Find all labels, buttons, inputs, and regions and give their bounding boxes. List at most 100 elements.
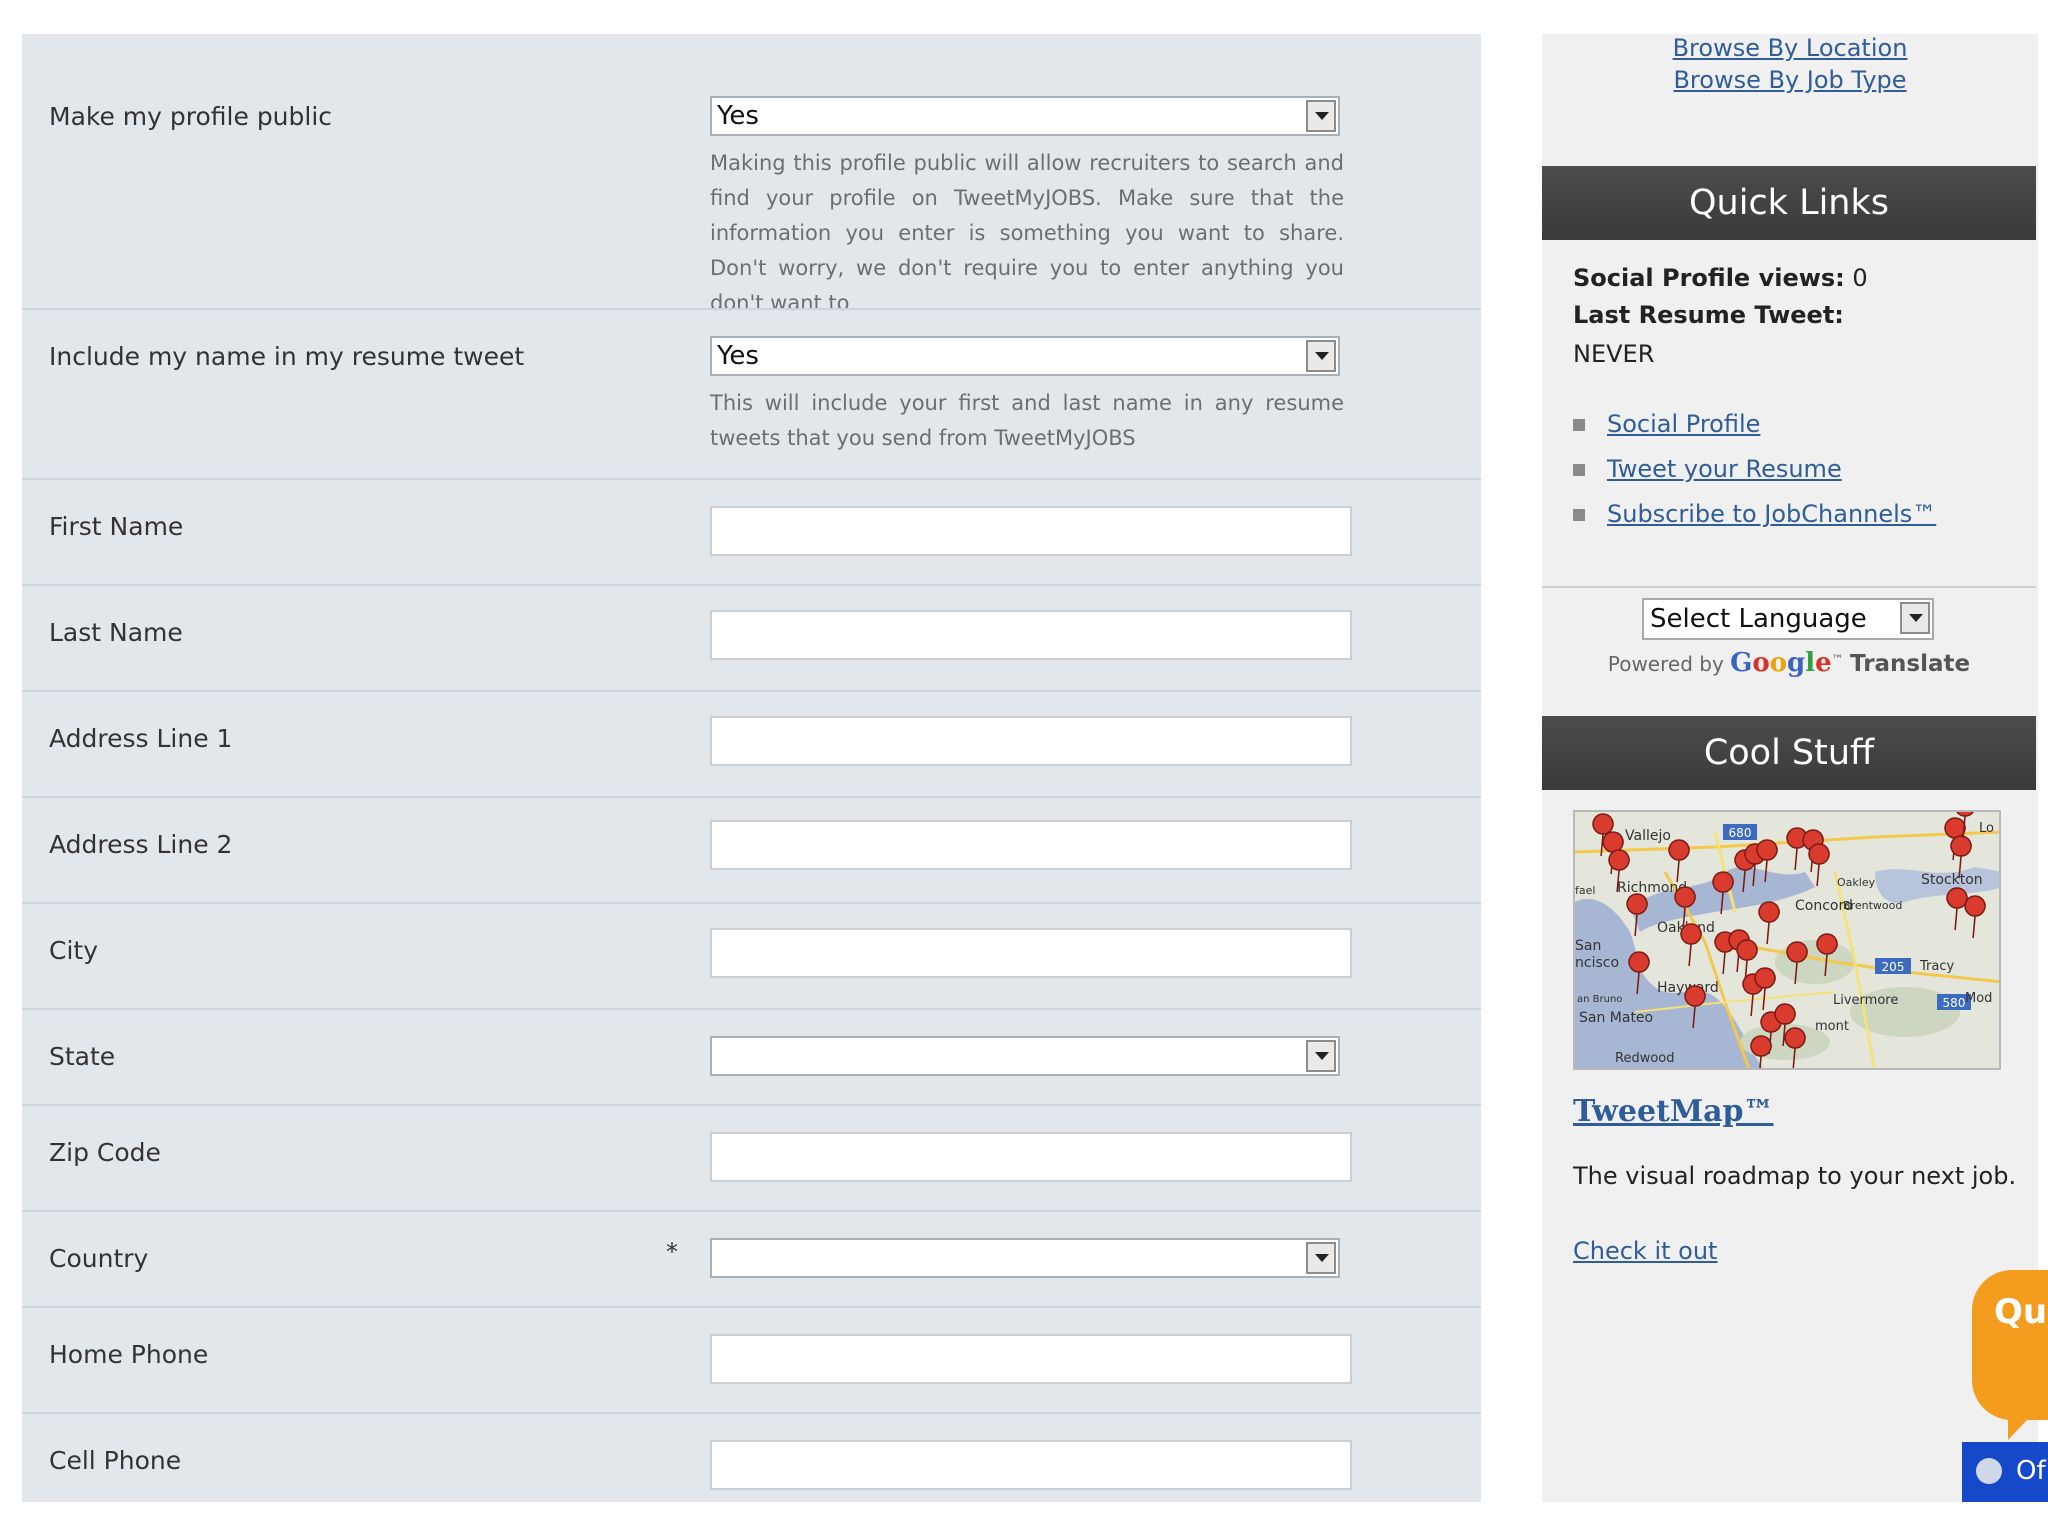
zip-field[interactable] [710, 1132, 1352, 1182]
form-row-city: City [22, 902, 1481, 1010]
address2-label: Address Line 2 [49, 830, 233, 859]
map-label: Mod [1965, 991, 1992, 1006]
views-label: Social Profile views: [1573, 264, 1845, 292]
google-logo: Google™ [1730, 648, 1844, 678]
map-label: San Mateo [1579, 1010, 1653, 1026]
city-label: City [49, 936, 98, 965]
online-status-tab[interactable]: Of [1962, 1442, 2048, 1502]
profile-form: Make my profile public Yes Making this p… [22, 34, 1481, 1502]
online-label: Of [2016, 1456, 2046, 1486]
form-row-first-name: First Name [22, 478, 1481, 586]
address1-field[interactable] [710, 716, 1352, 766]
map-shield-label: 205 [1882, 960, 1905, 974]
include-name-help: This will include your first and last na… [710, 391, 1344, 450]
form-row-address2: Address Line 2 [22, 796, 1481, 904]
last-tweet-label: Last Resume Tweet: [1573, 301, 1844, 329]
form-row-country: Country * [22, 1210, 1481, 1308]
tweetmap-description: The visual roadmap to your next job. [1573, 1162, 2017, 1190]
required-marker: * [666, 1238, 678, 1266]
bullet-icon [1573, 419, 1585, 431]
chevron-down-icon[interactable] [1306, 340, 1336, 372]
include-name-label: Include my name in my resume tweet [49, 342, 525, 371]
form-row-include-name: Include my name in my resume tweet Yes T… [22, 308, 1481, 480]
form-row-state: State [22, 1008, 1481, 1106]
map-label: San [1575, 938, 1601, 954]
map-label: an Bruno [1577, 994, 1622, 1005]
profile-public-help: Making this profile public will allow re… [710, 151, 1344, 315]
map-shield-label: 580 [1943, 996, 1966, 1010]
powered-by-google: Powered by Google™ Translate [1542, 648, 2036, 678]
quick-link-item: Subscribe to JobChannels™ [1573, 500, 1936, 528]
map-label: Stockton [1921, 872, 1983, 888]
map-label: Oakley [1837, 876, 1876, 889]
first-name-label: First Name [49, 512, 184, 541]
form-row-address1: Address Line 1 [22, 690, 1481, 798]
divider [1542, 586, 2036, 588]
feedback-widget[interactable]: Qu [1972, 1270, 2048, 1420]
last-name-label: Last Name [49, 618, 183, 647]
quick-link-item: Tweet your Resume [1573, 455, 1842, 483]
speech-bubble-tail [2008, 1404, 2042, 1440]
tweetmap-link[interactable]: TweetMap™ [1573, 1094, 1774, 1129]
chevron-down-icon[interactable] [1306, 100, 1336, 132]
address1-label: Address Line 1 [49, 724, 233, 753]
chevron-down-icon[interactable] [1900, 602, 1930, 634]
check-it-out-link[interactable]: Check it out [1573, 1237, 1717, 1265]
map-label: Vallejo [1625, 828, 1671, 844]
sidebar: Browse By Location Browse By Job Type Qu… [1542, 34, 2038, 1502]
social-profile-link[interactable]: Social Profile [1607, 410, 1760, 438]
address2-field[interactable] [710, 820, 1352, 870]
cell-phone-label: Cell Phone [49, 1446, 182, 1475]
chevron-down-icon[interactable] [1306, 1040, 1336, 1072]
language-value: Select Language [1650, 604, 1867, 634]
tweet-resume-link[interactable]: Tweet your Resume [1607, 455, 1842, 483]
cool-stuff-header: Cool Stuff [1542, 716, 2036, 790]
tweetmap-thumbnail[interactable]: 680 205 580 Vallejo Richmond Concord Oak… [1573, 810, 2001, 1070]
chat-icon [1976, 1458, 2002, 1484]
country-label: Country [49, 1244, 149, 1273]
form-row-last-name: Last Name [22, 584, 1481, 692]
cell-phone-field[interactable] [710, 1440, 1352, 1490]
form-row-home-phone: Home Phone [22, 1306, 1481, 1414]
state-label: State [49, 1042, 116, 1071]
language-select[interactable]: Select Language [1642, 598, 1934, 640]
quick-link-item: Social Profile [1573, 410, 1760, 438]
powered-by-text: Powered by [1607, 652, 1724, 676]
zip-label: Zip Code [49, 1138, 161, 1167]
browse-by-location-link[interactable]: Browse By Location [1542, 34, 2038, 62]
profile-public-select[interactable]: Yes [710, 96, 1340, 136]
map-label: Redwood [1615, 1051, 1675, 1066]
map-label: fael [1575, 884, 1595, 897]
chevron-down-icon[interactable] [1306, 1242, 1336, 1274]
form-row-cell-phone: Cell Phone [22, 1412, 1481, 1504]
country-select[interactable] [710, 1238, 1340, 1278]
bullet-icon [1573, 464, 1585, 476]
browse-by-job-type-link[interactable]: Browse By Job Type [1542, 66, 2038, 94]
map-graphic: 680 205 580 Vallejo Richmond Concord Oak… [1575, 812, 1999, 1068]
home-phone-label: Home Phone [49, 1340, 209, 1369]
feedback-label: Qu [1994, 1292, 2048, 1332]
map-label: Tracy [1919, 959, 1954, 974]
include-name-select[interactable]: Yes [710, 336, 1340, 376]
quick-links-header: Quick Links [1542, 166, 2036, 240]
state-select[interactable] [710, 1036, 1340, 1076]
map-label: Lo [1979, 821, 1994, 836]
views-value: 0 [1852, 264, 1868, 292]
profile-public-label: Make my profile public [49, 102, 333, 131]
city-field[interactable] [710, 928, 1352, 978]
profile-public-value: Yes [717, 101, 759, 131]
include-name-value: Yes [717, 341, 759, 371]
form-row-profile-public: Make my profile public Yes Making this p… [22, 34, 1481, 315]
first-name-field[interactable] [710, 506, 1352, 556]
subscribe-jobchannels-link[interactable]: Subscribe to JobChannels™ [1607, 500, 1936, 528]
form-row-zip: Zip Code [22, 1104, 1481, 1212]
last-resume-tweet: Last Resume Tweet: [1573, 301, 1844, 329]
home-phone-field[interactable] [710, 1334, 1352, 1384]
bullet-icon [1573, 509, 1585, 521]
map-label: mont [1815, 1019, 1849, 1034]
map-shield-label: 680 [1729, 826, 1752, 840]
social-profile-views: Social Profile views: 0 [1573, 264, 1868, 292]
translate-word: Translate [1850, 651, 1971, 677]
map-label: Brentwood [1843, 899, 1902, 912]
last-name-field[interactable] [710, 610, 1352, 660]
